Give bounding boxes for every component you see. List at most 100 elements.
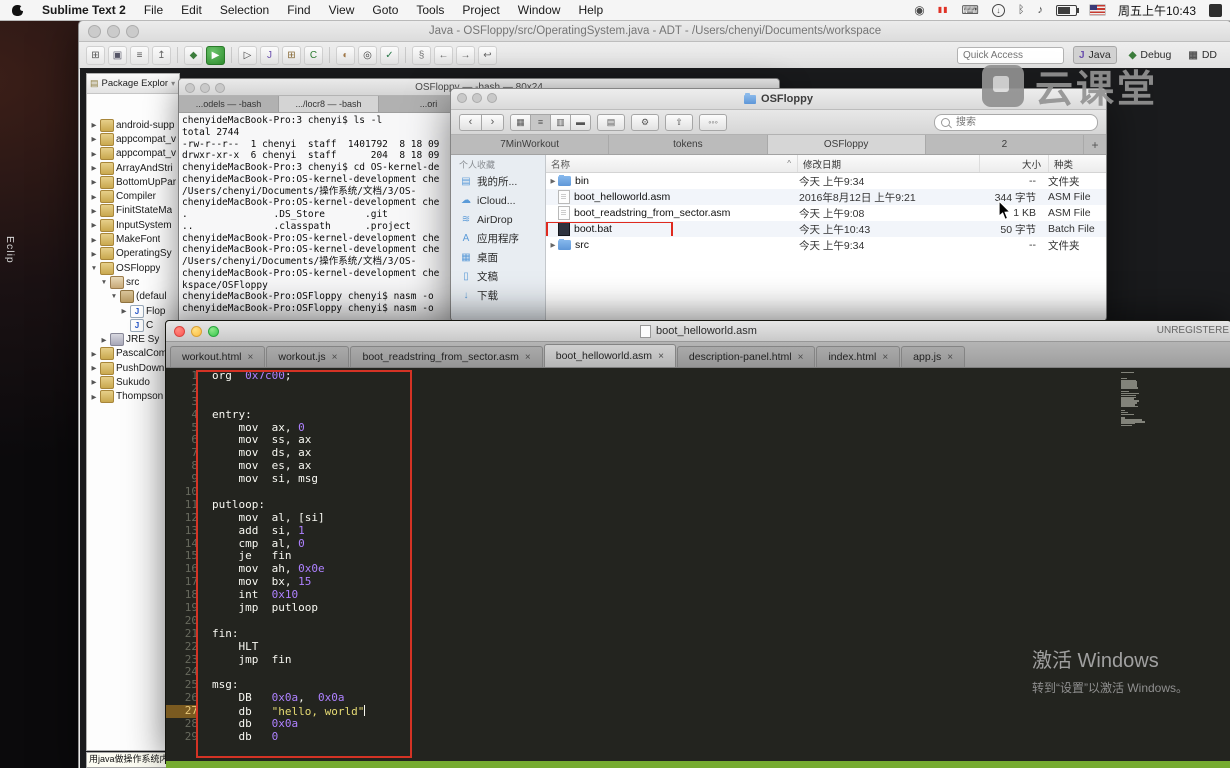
disclosure-expanded-icon[interactable]: ▼ bbox=[90, 265, 98, 272]
share-button[interactable]: ⇧ bbox=[665, 113, 693, 131]
disclosure-collapsed-icon[interactable]: ▶ bbox=[90, 135, 98, 143]
tree-item-finitstatema[interactable]: ▶ FinitStateMa bbox=[87, 204, 179, 218]
sidebar-item-item-6[interactable]: ↓ 下载 bbox=[451, 286, 545, 305]
minimize-icon[interactable] bbox=[200, 83, 210, 93]
menu-item-help[interactable]: Help bbox=[569, 3, 612, 17]
editor-tab-description-panel-html[interactable]: description-panel.html × bbox=[676, 346, 816, 367]
export-icon[interactable]: ↥ bbox=[152, 45, 171, 65]
minimize-icon[interactable] bbox=[107, 25, 120, 38]
disclosure-collapsed-icon[interactable]: ▶ bbox=[100, 336, 108, 344]
disclosure-collapsed-icon[interactable]: ▶ bbox=[90, 164, 98, 172]
close-tab-icon[interactable]: × bbox=[882, 352, 888, 363]
column-header-item-3[interactable]: 种类 bbox=[1049, 155, 1106, 172]
back-button[interactable]: ‹ bbox=[459, 113, 482, 131]
menu-item-window[interactable]: Window bbox=[509, 3, 570, 17]
close-icon[interactable] bbox=[88, 25, 101, 38]
close-icon[interactable] bbox=[174, 326, 185, 337]
disclosure-collapsed-icon[interactable]: ▶ bbox=[120, 307, 128, 315]
save-icon[interactable]: ▣ bbox=[108, 45, 127, 65]
search-field[interactable] bbox=[934, 113, 1098, 131]
disclosure-collapsed-icon[interactable]: ▶ bbox=[90, 378, 98, 386]
disclosure-triangle-icon[interactable]: ▶ bbox=[548, 177, 558, 185]
task-icon[interactable]: ✓ bbox=[380, 45, 399, 65]
flag-icon[interactable] bbox=[1089, 5, 1105, 15]
column-header-item-0[interactable]: 名称 ^ bbox=[546, 155, 798, 172]
column-header-item-1[interactable]: 修改日期 bbox=[798, 155, 980, 172]
eclipse-window-controls[interactable] bbox=[88, 25, 139, 38]
editor-tab-workout-html[interactable]: workout.html × bbox=[170, 346, 266, 367]
zoom-icon[interactable] bbox=[126, 25, 139, 38]
tags-button[interactable]: ◦◦◦ bbox=[699, 113, 727, 131]
apple-menu-icon[interactable] bbox=[12, 4, 25, 16]
disclosure-collapsed-icon[interactable]: ▶ bbox=[90, 236, 98, 244]
new-tab-button[interactable]: + bbox=[1084, 135, 1106, 154]
keyboard-icon[interactable]: ⌨ bbox=[962, 0, 979, 20]
finder-tab-tokens[interactable]: tokens bbox=[609, 135, 768, 154]
tree-item-compiler[interactable]: ▶ Compiler bbox=[87, 189, 179, 204]
file-row-boot-readstring-from-sector-asm[interactable]: boot_readstring_from_sector.asm 今天 上午9:08… bbox=[546, 205, 1106, 221]
finder-tab-2[interactable]: 2 bbox=[925, 135, 1084, 154]
tab-package-explorer[interactable]: Package Explor bbox=[102, 78, 169, 89]
close-tab-icon[interactable]: × bbox=[332, 352, 338, 363]
battery-icon[interactable] bbox=[1055, 4, 1079, 16]
file-row-bin[interactable]: ▶ bin 今天 上午9:34 -- 文件夹 bbox=[546, 173, 1106, 189]
sidebar-item-icloud[interactable]: ☁ iCloud... bbox=[451, 191, 545, 210]
tree-item-appcompat-v[interactable]: ▶ appcompat_v bbox=[87, 132, 179, 146]
sidebar-item-item-0[interactable]: ▤ 我的所... bbox=[451, 172, 545, 191]
finder-tab-7minworkout[interactable]: 7MinWorkout bbox=[451, 135, 610, 154]
finder-tab-osfloppy[interactable]: OSFloppy bbox=[767, 135, 926, 154]
new-wizard-icon[interactable]: ⊞ bbox=[86, 45, 105, 65]
editor-tab-app-js[interactable]: app.js × bbox=[901, 346, 966, 367]
menu-item-view[interactable]: View bbox=[320, 3, 364, 17]
file-row-boot-helloworld-asm[interactable]: boot_helloworld.asm 2016年8月12日 上午9:21 344 … bbox=[546, 189, 1106, 205]
new-package-icon[interactable]: ⊞ bbox=[282, 45, 301, 65]
close-icon[interactable] bbox=[185, 83, 195, 93]
action-gear-button[interactable]: ⚙ bbox=[631, 113, 659, 131]
search-input[interactable] bbox=[954, 115, 1091, 129]
disclosure-collapsed-icon[interactable]: ▶ bbox=[90, 178, 98, 186]
list-view-button[interactable]: ≡ bbox=[531, 113, 551, 131]
forward-icon[interactable]: → bbox=[456, 45, 475, 65]
file-row-boot-bat[interactable]: boot.bat 今天 上午10:43 50 字节 Batch File bbox=[546, 221, 1106, 237]
tree-item-bottomuppar[interactable]: ▶ BottomUpPar bbox=[87, 175, 179, 189]
zoom-icon[interactable] bbox=[487, 93, 497, 103]
bluetooth-icon[interactable]: ᛒ bbox=[1018, 0, 1025, 20]
minimize-icon[interactable] bbox=[472, 93, 482, 103]
menubar-clock[interactable]: 周五上午10:43 bbox=[1118, 2, 1196, 19]
notification-center-icon[interactable] bbox=[1209, 3, 1222, 17]
external-tools-icon[interactable]: ▷ bbox=[238, 45, 257, 65]
app-menu-title[interactable]: Sublime Text 2 bbox=[33, 3, 135, 17]
sublime-titlebar[interactable]: boot_helloworld.asm UNREGISTERE bbox=[166, 321, 1230, 342]
sidebar-item-item-5[interactable]: ▯ 文稿 bbox=[451, 267, 545, 286]
disclosure-triangle-icon[interactable]: ▶ bbox=[548, 241, 558, 249]
menu-item-find[interactable]: Find bbox=[278, 3, 319, 17]
column-view-button[interactable]: ▥ bbox=[551, 113, 571, 131]
file-row-src[interactable]: ▶ src 今天 上午9:34 -- 文件夹 bbox=[546, 237, 1106, 253]
disclosure-expanded-icon[interactable]: ▼ bbox=[110, 293, 118, 300]
volume-icon[interactable]: ♪ bbox=[1037, 0, 1043, 20]
run-icon[interactable]: ▶ bbox=[206, 45, 225, 65]
close-tab-icon[interactable]: × bbox=[248, 352, 254, 363]
pause-icon[interactable]: ▮▮ bbox=[938, 0, 949, 20]
new-java-project-icon[interactable]: J bbox=[260, 45, 279, 65]
forward-button[interactable]: › bbox=[482, 113, 504, 131]
tree-item-operatingsy[interactable]: ▶ OperatingSy bbox=[87, 247, 179, 261]
disclosure-collapsed-icon[interactable]: ▶ bbox=[90, 150, 98, 158]
disclosure-collapsed-icon[interactable]: ▶ bbox=[90, 350, 98, 358]
coverflow-view-button[interactable]: ▬ bbox=[571, 113, 591, 131]
arrange-button[interactable]: ▤ bbox=[597, 113, 625, 131]
menu-item-tools[interactable]: Tools bbox=[407, 3, 453, 17]
search-icon[interactable]: ◎ bbox=[358, 45, 377, 65]
disclosure-collapsed-icon[interactable]: ▶ bbox=[90, 121, 98, 129]
last-edit-icon[interactable]: ↩ bbox=[478, 45, 497, 65]
close-icon[interactable] bbox=[457, 93, 467, 103]
minimize-icon[interactable] bbox=[191, 326, 202, 337]
jar-icon[interactable]: ◐ bbox=[336, 45, 355, 65]
tree-item-appcompat-v[interactable]: ▶ appcompat_v bbox=[87, 147, 179, 161]
tree-item-flop[interactable]: ▶ J Flop bbox=[87, 304, 179, 318]
disclosure-collapsed-icon[interactable]: ▶ bbox=[90, 193, 98, 201]
editor-code[interactable]: org 0x7c00; entry: mov ax, 0 mov ss, ax m… bbox=[205, 368, 1230, 763]
editor-tab-boot-readstring-from-sector-asm[interactable]: boot_readstring_from_sector.asm × bbox=[350, 346, 543, 367]
icon-view-button[interactable]: ▦ bbox=[510, 113, 531, 131]
tree-item-arrayandstri[interactable]: ▶ ArrayAndStri bbox=[87, 161, 179, 175]
